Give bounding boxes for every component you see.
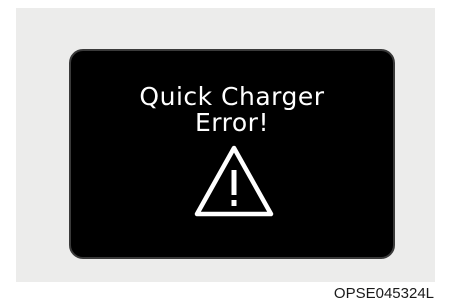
error-message-line1: Quick Charger <box>139 82 325 111</box>
figure-code-label: OPSE045324L <box>333 285 434 302</box>
cluster-display-screen: Quick Charger Error! <box>69 49 395 259</box>
warning-triangle-icon <box>194 145 274 217</box>
error-message-line2: Error! <box>195 108 269 137</box>
